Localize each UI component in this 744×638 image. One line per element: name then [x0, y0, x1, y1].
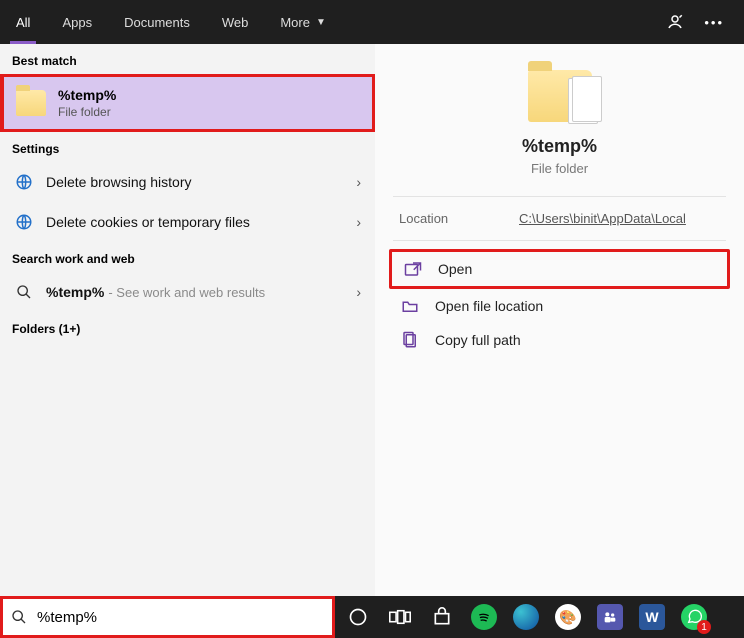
section-search-web: Search work and web [0, 242, 375, 272]
chevron-right-icon: › [356, 214, 361, 230]
action-open[interactable]: Open [389, 249, 730, 289]
taskbar-cortana-icon[interactable] [345, 604, 371, 630]
taskbar-teams-icon[interactable] [597, 604, 623, 630]
copy-icon [399, 331, 421, 349]
chevron-right-icon: › [356, 174, 361, 190]
tab-documents[interactable]: Documents [108, 0, 206, 44]
folder-icon [528, 70, 592, 122]
detail-subtitle: File folder [531, 161, 588, 176]
web-search-term: %temp% [46, 284, 104, 300]
action-open-location-label: Open file location [435, 298, 543, 314]
tab-web[interactable]: Web [206, 0, 265, 44]
taskbar-word-icon[interactable]: W [639, 604, 665, 630]
section-best-match: Best match [0, 44, 375, 74]
globe-icon [14, 172, 34, 192]
search-icon [14, 282, 34, 302]
best-match-subtitle: File folder [58, 105, 116, 119]
section-folders[interactable]: Folders (1+) [0, 312, 375, 342]
chevron-right-icon: › [356, 284, 361, 300]
detail-title: %temp% [522, 136, 597, 157]
tab-apps[interactable]: Apps [46, 0, 108, 44]
web-search-suffix: - See work and web results [108, 285, 356, 300]
feedback-icon[interactable] [666, 13, 684, 31]
best-match-title: %temp% [58, 87, 116, 103]
search-input[interactable] [33, 603, 324, 632]
options-icon[interactable]: ••• [704, 15, 724, 30]
results-pane: Best match %temp% File folder Settings D… [0, 44, 375, 638]
settings-item-label: Delete cookies or temporary files [46, 214, 356, 230]
taskbar-paint-icon[interactable]: 🎨 [555, 604, 581, 630]
action-copy-path[interactable]: Copy full path [389, 323, 730, 357]
detail-location-row: Location C:\Users\binit\AppData\Local [375, 197, 744, 240]
taskbar-edge-icon[interactable] [513, 604, 539, 630]
detail-pane: %temp% File folder Location C:\Users\bin… [375, 44, 744, 638]
globe-icon [14, 212, 34, 232]
taskbar-whatsapp-icon[interactable]: 1 [681, 604, 707, 630]
best-match-result[interactable]: %temp% File folder [0, 74, 375, 132]
settings-item-label: Delete browsing history [46, 174, 356, 190]
action-open-location[interactable]: Open file location [389, 289, 730, 323]
taskbar-taskview-icon[interactable] [387, 604, 413, 630]
action-open-label: Open [438, 261, 472, 277]
taskbar: 🎨 W 1 [335, 596, 744, 638]
settings-item-delete-history[interactable]: Delete browsing history › [0, 162, 375, 202]
taskbar-store-icon[interactable] [429, 604, 455, 630]
section-settings: Settings [0, 132, 375, 162]
tab-all[interactable]: All [0, 0, 46, 44]
action-copy-path-label: Copy full path [435, 332, 521, 348]
search-tabs: All Apps Documents Web More ▼ ••• [0, 0, 744, 44]
open-icon [402, 260, 424, 278]
notification-badge: 1 [697, 620, 711, 634]
web-search-item[interactable]: %temp% - See work and web results › [0, 272, 375, 312]
folder-icon [16, 90, 46, 116]
tab-more[interactable]: More ▼ [264, 0, 342, 44]
chevron-down-icon: ▼ [316, 17, 326, 28]
folder-open-icon [399, 297, 421, 315]
taskbar-spotify-icon[interactable] [471, 604, 497, 630]
search-box[interactable] [0, 596, 335, 638]
search-icon [11, 609, 27, 625]
tab-more-label: More [280, 15, 310, 30]
settings-item-delete-cookies[interactable]: Delete cookies or temporary files › [0, 202, 375, 242]
detail-location-label: Location [399, 211, 519, 226]
detail-location-value[interactable]: C:\Users\binit\AppData\Local [519, 211, 686, 226]
